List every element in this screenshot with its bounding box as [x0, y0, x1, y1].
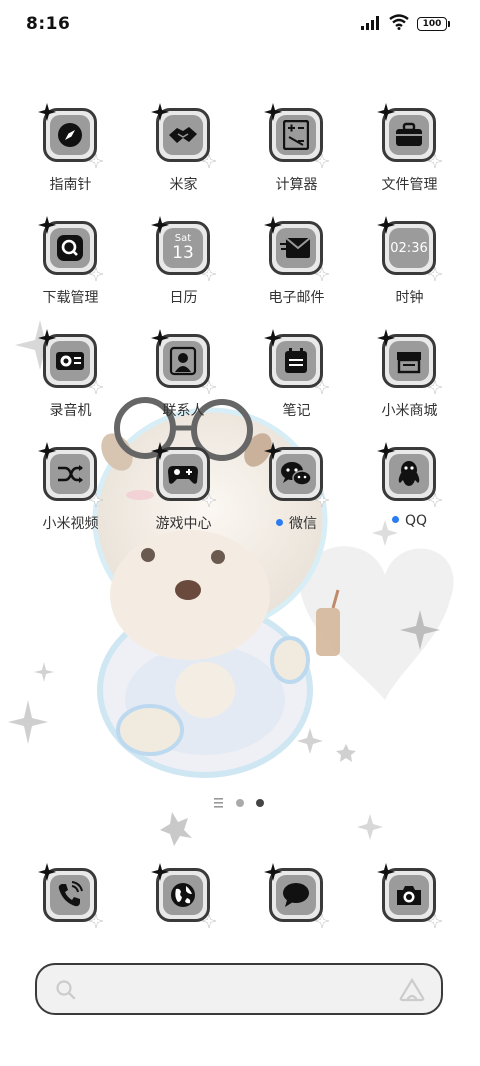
battery-icon: 100 [417, 17, 450, 31]
app-label: 录音机 [49, 403, 92, 419]
gamepad-icon [151, 442, 216, 507]
status-time: 8:16 [26, 14, 71, 34]
dock-messages[interactable] [240, 863, 353, 928]
app-download-manager[interactable]: 下载管理 [14, 216, 127, 319]
dock-camera[interactable] [353, 863, 466, 928]
page-dot [236, 799, 244, 807]
app-contacts[interactable]: 联系人 [127, 329, 240, 432]
search-bar[interactable] [35, 963, 443, 1015]
app-label: 联系人 [162, 403, 205, 419]
calendar-date: 13 [172, 243, 194, 263]
contacts-icon [151, 329, 216, 394]
video-icon [38, 442, 103, 507]
smart-home-icon [151, 103, 216, 168]
battery-level: 100 [417, 17, 447, 31]
home-list-icon [214, 798, 223, 808]
app-clock[interactable]: 02:36 时钟 [353, 216, 466, 319]
app-game-center[interactable]: 游戏中心 [127, 442, 240, 545]
app-notes[interactable]: 笔记 [240, 329, 353, 432]
app-mi-video[interactable]: 小米视频 [14, 442, 127, 545]
app-compass[interactable]: 指南针 [14, 103, 127, 206]
app-label: 小米视频 [42, 516, 99, 532]
page-dot-active [256, 799, 264, 807]
download-icon [38, 216, 103, 281]
signal-icon [361, 15, 381, 34]
app-label: 下载管理 [42, 290, 99, 306]
app-label: 时钟 [395, 290, 424, 306]
app-label: 小米商城 [381, 403, 438, 419]
app-label: 计算器 [275, 177, 318, 193]
app-label: 游戏中心 [155, 516, 212, 532]
app-file-manager[interactable]: 文件管理 [353, 103, 466, 206]
app-label: 文件管理 [381, 177, 438, 193]
app-label: 米家 [169, 177, 198, 193]
messages-icon [264, 863, 329, 928]
calendar-icon: Sat 13 [151, 216, 216, 281]
notes-icon [264, 329, 329, 394]
app-qq[interactable]: QQ [353, 442, 466, 545]
app-label: 日历 [169, 290, 198, 306]
app-label: 微信 [240, 513, 353, 533]
calculator-icon [264, 103, 329, 168]
app-mi-store[interactable]: 小米商城 [353, 329, 466, 432]
app-label: 电子邮件 [268, 290, 325, 306]
assistant-icon[interactable] [399, 977, 425, 1006]
mail-icon [264, 216, 329, 281]
app-wechat[interactable]: 微信 [240, 442, 353, 545]
update-badge [391, 515, 399, 523]
app-email[interactable]: 电子邮件 [240, 216, 353, 319]
qq-icon [377, 442, 442, 507]
search-icon[interactable] [55, 979, 77, 1005]
browser-icon [151, 863, 216, 928]
app-mijia[interactable]: 米家 [127, 103, 240, 206]
app-calendar[interactable]: Sat 13 日历 [127, 216, 240, 319]
clock-time: 02:36 [390, 240, 428, 256]
wifi-icon [389, 14, 409, 34]
camera-icon [377, 863, 442, 928]
dock [14, 863, 466, 928]
dock-phone[interactable] [14, 863, 127, 928]
briefcase-icon [377, 103, 442, 168]
app-label: 笔记 [282, 403, 311, 419]
clock-icon: 02:36 [377, 216, 442, 281]
status-bar: 8:16 100 [0, 0, 480, 50]
app-label: 指南针 [49, 177, 92, 193]
page-indicator[interactable] [0, 795, 480, 811]
store-icon [377, 329, 442, 394]
app-label: QQ [353, 513, 466, 529]
wechat-icon [264, 442, 329, 507]
compass-icon [38, 103, 103, 168]
recorder-icon [38, 329, 103, 394]
update-badge [276, 518, 283, 526]
app-recorder[interactable]: 录音机 [14, 329, 127, 432]
dock-browser[interactable] [127, 863, 240, 928]
app-calculator[interactable]: 计算器 [240, 103, 353, 206]
phone-icon [38, 863, 103, 928]
